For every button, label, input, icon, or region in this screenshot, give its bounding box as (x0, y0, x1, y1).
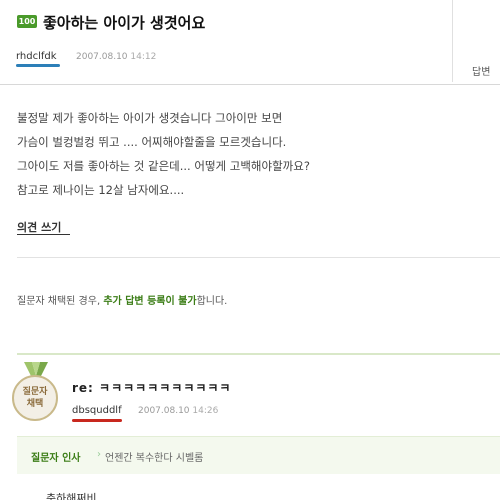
write-comment-link[interactable]: 의견 쓰기 (17, 219, 61, 235)
header-divider (0, 84, 500, 85)
answer-divider (17, 353, 500, 355)
notice-highlight: 추가 답변 등록이 불가 (103, 296, 197, 307)
answer-button[interactable]: 답변 (472, 63, 490, 78)
question-body: 불정말 제가 좋아하는 아이가 생겻습니다 그아이만 보면 가슴이 벌컹벌컹 뛰… (17, 106, 487, 202)
greeting-text: 언젠간 복수한다 시벨롬 (105, 453, 204, 464)
answer-body-text: 축하해쩌비 (46, 492, 97, 500)
section-divider (17, 257, 500, 258)
question-body-line: 불정말 제가 좋아하는 아이가 생겻습니다 그아이만 보면 (17, 111, 283, 125)
answer-date: 2007.08.10 14:26 (138, 406, 218, 416)
question-body-line: 참고로 제나이는 12살 남자에요.... (17, 183, 185, 197)
question-header: 100 좋아하는 아이가 생겻어요 rhdclfdk 2007.08.10 14… (0, 0, 500, 82)
question-author-link[interactable]: rhdclfdk (16, 51, 57, 62)
points-badge: 100 (17, 15, 37, 28)
answer-date-time: 14:26 (192, 406, 219, 416)
greeting-label: 질문자 인사 (31, 453, 81, 464)
medal-label-line1: 질문자 (22, 387, 48, 397)
medal-label-line2: 채택 (26, 399, 44, 409)
question-date-time: 14:12 (130, 52, 157, 62)
answer-author-underline (72, 419, 122, 422)
answer-title: re: ㅋㅋㅋㅋㅋㅋㅋㅋㅋㅋㅋ (72, 381, 232, 395)
question-date-day: 2007.08.10 (76, 52, 128, 62)
notice-suffix: 합니다. (196, 296, 228, 307)
answer-date-day: 2007.08.10 (138, 406, 190, 416)
selected-medal-icon: 질문자 채택 (12, 362, 60, 424)
question-body-line: 그아이도 저를 좋아하는 것 같은데... 어떻게 고백해야할까요? (17, 159, 310, 173)
selection-notice: 질문자 채택된 경우, 추가 답변 등록이 불가합니다. (17, 292, 227, 307)
medal-badge: 질문자 채택 (12, 375, 58, 421)
question-title: 좋아하는 아이가 생겻어요 (43, 14, 206, 32)
author-underline (16, 64, 60, 67)
greeting-separator: › (97, 449, 101, 460)
question-date: 2007.08.10 14:12 (76, 52, 156, 62)
answer-author-link[interactable]: dbsquddlf (72, 405, 122, 416)
questioner-greeting-bar: 질문자 인사 › 언젠간 복수한다 시벨롬 (17, 436, 500, 474)
notice-prefix: 질문자 채택된 경우, (17, 296, 104, 307)
comment-link-underline (17, 234, 70, 235)
question-body-line: 가슴이 벌컹벌컹 뛰고 .... 어찌해야할줄을 모르겟습니다. (17, 135, 287, 149)
side-separator (452, 0, 453, 82)
